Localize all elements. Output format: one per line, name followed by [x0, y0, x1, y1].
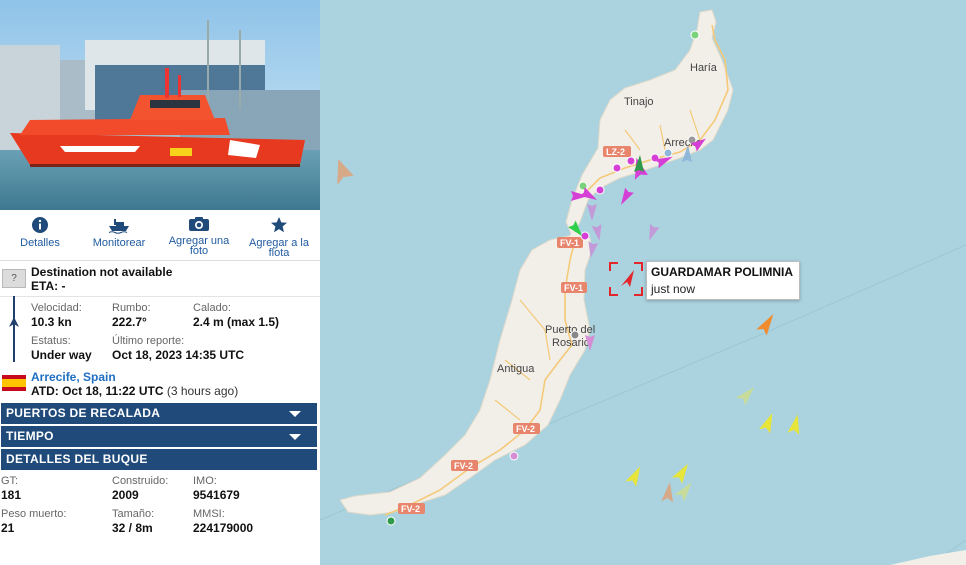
chevron-down-icon [289, 434, 301, 440]
tooltip-vessel-name: GUARDAMAR POLIMNIA [651, 265, 793, 279]
size-label: Tamaño: [112, 508, 155, 520]
add-photo-label-line2: foto [189, 245, 209, 257]
monitor-label: Monitorear [92, 237, 146, 249]
add-to-fleet-button[interactable]: Agregar a la flota [239, 216, 319, 259]
draught-value: 2.4 m (max 1.5) [193, 315, 280, 329]
departure-port-link[interactable]: Arrecife, Spain [31, 370, 116, 384]
road-badge-fv1-north: FV-1 [557, 237, 583, 248]
ship-icon [108, 219, 129, 234]
atd-ago: (3 hours ago) [166, 384, 239, 398]
draught-label: Calado: [193, 302, 231, 314]
destination-text: Destination not available [31, 265, 173, 279]
tooltip-time: just now [651, 282, 696, 296]
course-label: Rumbo: [112, 302, 151, 314]
course-value: 222.7° [112, 315, 147, 329]
action-bar: Detalles Monitorear Agregar una foto Agr… [0, 210, 320, 261]
gt-value: 181 [1, 488, 22, 502]
last-report-value: Oct 18, 2023 14:35 UTC [112, 348, 245, 362]
vessel-details-title: DETALLES DEL BUQUE [6, 452, 148, 466]
eta-text: ETA: - [31, 279, 66, 293]
svg-text:FV-1: FV-1 [564, 283, 583, 293]
atd-value: ATD: Oct 18, 11:22 UTC [31, 384, 164, 398]
details-label: Detalles [20, 237, 60, 249]
svg-text:LZ-2: LZ-2 [606, 147, 625, 157]
svg-text:FV-2: FV-2 [401, 504, 420, 514]
built-value: 2009 [112, 488, 139, 502]
mmsi-value: 224179000 [193, 521, 254, 535]
add-to-fleet-label-line2: flota [268, 247, 290, 259]
vessel-tooltip: GUARDAMAR POLIMNIA just now [646, 261, 800, 300]
place-label-tinajo: Tinajo [624, 96, 654, 108]
mmsi-label: MMSI: [193, 508, 225, 520]
selected-vessel-marker[interactable] [609, 262, 643, 296]
road-badge-fv2-b: FV-2 [451, 460, 478, 471]
size-value: 32 / 8m [112, 521, 153, 535]
star-icon [271, 217, 287, 233]
vessel-photo[interactable] [0, 0, 320, 210]
status-label: Estatus: [31, 335, 71, 347]
chevron-down-icon [289, 411, 301, 417]
deadweight-label: Peso muerto: [1, 508, 67, 520]
monitor-button[interactable]: Monitorear [79, 216, 159, 249]
last-report-label: Último reporte: [112, 335, 185, 347]
built-label: Construido: [112, 475, 169, 487]
status-value: Under way [31, 348, 92, 362]
map-canvas[interactable]: Haría Tinajo Arrecife Puerto del Rosario… [320, 0, 966, 565]
imo-value: 9541679 [193, 488, 240, 502]
svg-text:FV-2: FV-2 [516, 424, 535, 434]
fuerteventura-island [339, 233, 593, 516]
course-arrow-icon [9, 317, 19, 327]
ports-of-call-title: PUERTOS DE RECALADA [6, 406, 161, 420]
ports-of-call-section[interactable]: PUERTOS DE RECALADA [1, 403, 317, 424]
place-label-rosario: Rosario [552, 337, 590, 349]
info-icon [32, 217, 48, 233]
atd-text: ATD: Oct 18, 11:22 UTC (3 hours ago) [31, 384, 238, 398]
departure-block: Arrecife, Spain ATD: Oct 18, 11:22 UTC (… [0, 368, 320, 402]
camera-icon [189, 217, 209, 231]
add-photo-button[interactable]: Agregar una foto [159, 216, 239, 257]
unknown-destination-icon: ? [2, 269, 26, 288]
vessel-info-panel: Detalles Monitorear Agregar una foto Agr… [0, 0, 321, 565]
gt-label: GT: [1, 475, 19, 487]
speed-value: 10.3 kn [31, 315, 72, 329]
road-badge-fv1-south: FV-1 [561, 282, 587, 293]
speed-label: Velocidad: [31, 302, 82, 314]
road-badge-lz2: LZ-2 [603, 146, 631, 157]
svg-text:FV-2: FV-2 [454, 461, 473, 471]
deadweight-value: 21 [1, 521, 15, 535]
destination-block: ? Destination not available ETA: - [0, 262, 320, 297]
spain-flag-icon [2, 375, 26, 391]
weather-section[interactable]: TIEMPO [1, 426, 317, 447]
vessel-details-section[interactable]: DETALLES DEL BUQUE [1, 449, 317, 470]
place-label-antigua: Antigua [497, 363, 535, 375]
lanzarote-island [565, 9, 734, 238]
road-badge-fv2-c: FV-2 [398, 503, 425, 514]
place-label-haria: Haría [690, 62, 718, 74]
svg-text:FV-1: FV-1 [560, 238, 579, 248]
details-button[interactable]: Detalles [0, 216, 80, 249]
imo-label: IMO: [193, 475, 217, 487]
place-label-puerto-del: Puerto del [545, 324, 595, 336]
road-badge-fv2-a: FV-2 [513, 423, 540, 434]
weather-title: TIEMPO [6, 429, 54, 443]
